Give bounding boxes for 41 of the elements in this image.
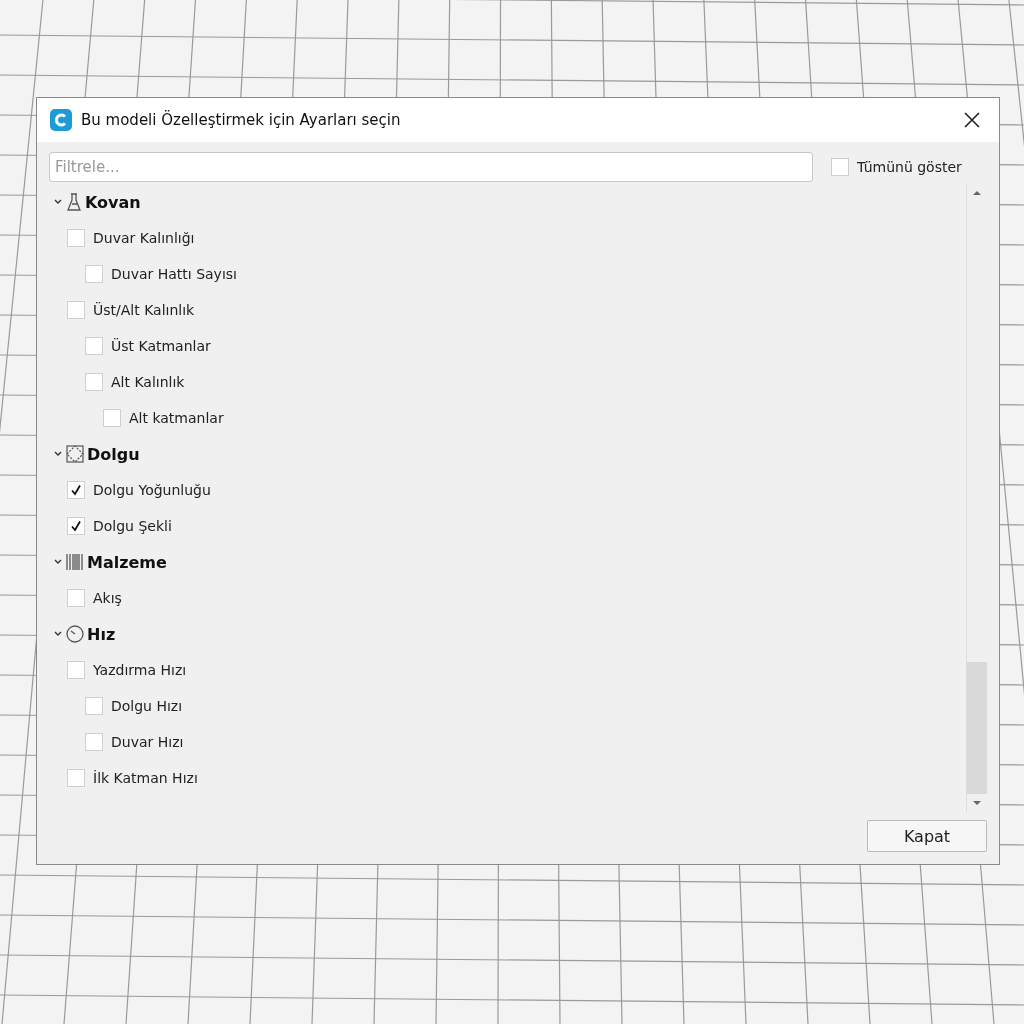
checkbox[interactable]: [85, 337, 103, 355]
checkbox[interactable]: [103, 409, 121, 427]
checkbox[interactable]: [67, 589, 85, 607]
checkbox[interactable]: [85, 697, 103, 715]
setting-label: Dolgu Şekli: [93, 518, 172, 534]
setting-label: Duvar Hattı Sayısı: [111, 266, 237, 282]
setting-label: Üst/Alt Kalınlık: [93, 302, 195, 318]
setting-label: Akış: [93, 590, 122, 606]
checkmark-icon: [70, 520, 82, 532]
checkbox[interactable]: [67, 517, 85, 535]
checkmark-icon: [70, 484, 82, 496]
category-label: Kovan: [85, 192, 141, 212]
setting-label: Üst Katmanlar: [111, 338, 211, 354]
app-logo-icon: [49, 108, 73, 132]
setting-label: Alt katmanlar: [129, 410, 224, 426]
filter-field[interactable]: Filtrele...: [49, 152, 813, 182]
setting-label: Dolgu Hızı: [111, 698, 183, 714]
checkbox[interactable]: [85, 373, 103, 391]
checkbox[interactable]: [85, 265, 103, 283]
setting-label: Duvar Hızı: [111, 734, 184, 750]
checkbox[interactable]: [67, 301, 85, 319]
category-label: Malzeme: [87, 552, 167, 572]
setting-label: Duvar Kalınlığı: [93, 230, 195, 246]
show-all-label: Tümünü göster: [857, 159, 962, 175]
beaker-icon: [65, 192, 83, 212]
checkbox[interactable]: [67, 481, 85, 499]
category-label: Hız: [87, 624, 116, 644]
setting-label: Alt Kalınlık: [111, 374, 185, 390]
close-dialog-button[interactable]: Kapat: [867, 820, 987, 852]
setting-label: Dolgu Yoğunluğu: [93, 482, 211, 498]
checkbox[interactable]: [67, 229, 85, 247]
checkbox[interactable]: [831, 158, 849, 176]
setting-label: İlk Katman Hızı: [93, 770, 198, 786]
category-label: Dolgu: [87, 444, 140, 464]
close-icon: [963, 111, 981, 129]
gauge-icon: [65, 624, 85, 644]
setting-label: Yazdırma Hızı: [93, 662, 187, 678]
checkbox[interactable]: [85, 733, 103, 751]
checkbox[interactable]: [67, 769, 85, 787]
checkbox[interactable]: [67, 661, 85, 679]
window-title: Bu modeli Özelleştirmek için Ayarları seçin: [81, 111, 402, 129]
